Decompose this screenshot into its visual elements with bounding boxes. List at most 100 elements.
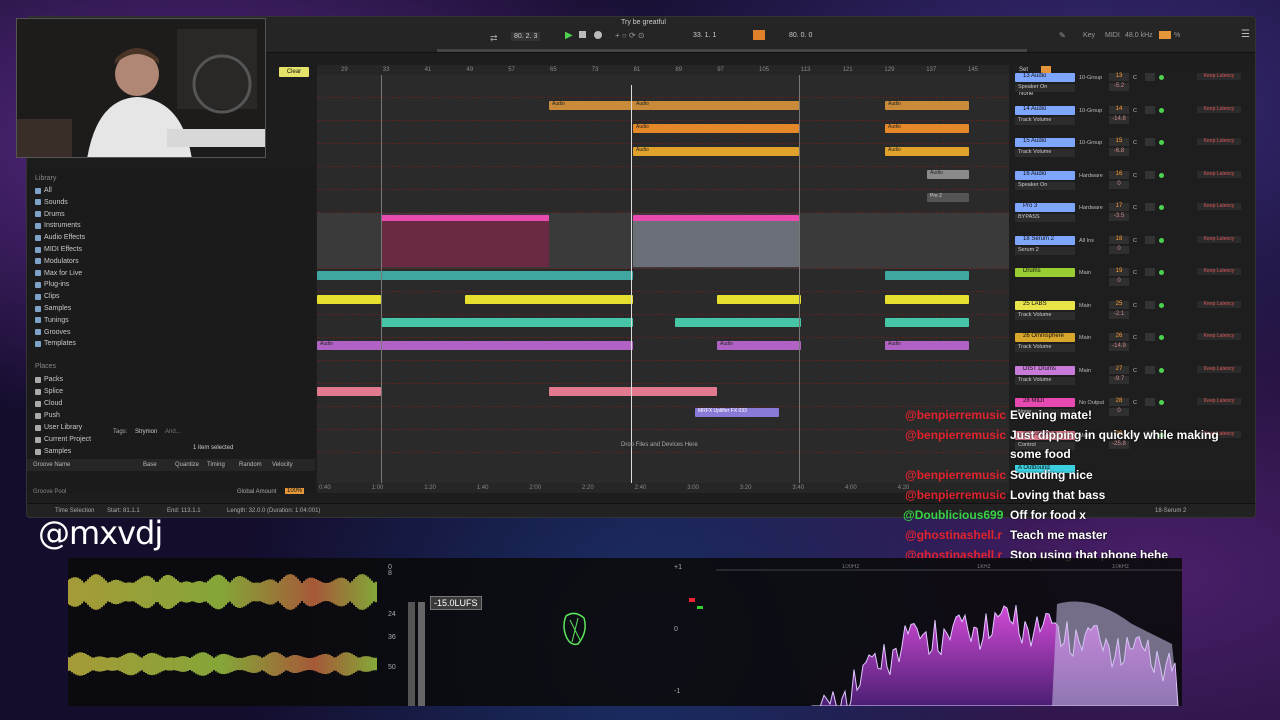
track-number[interactable]: 27 — [1109, 365, 1129, 374]
track-output-route[interactable]: 10-Group — [1079, 108, 1102, 114]
effect-clip[interactable]: MRFX Uplifter FX 033 — [695, 408, 779, 417]
library-item[interactable]: Samples — [35, 305, 71, 312]
overview-scrollbar[interactable] — [437, 49, 1027, 52]
track-lane[interactable] — [317, 361, 1009, 384]
track-device-chooser[interactable]: Track Volume — [1015, 311, 1075, 320]
track-lane[interactable] — [317, 167, 1009, 190]
track-volume[interactable]: -25.8 — [1109, 440, 1129, 449]
audio-clip[interactable]: Audio — [633, 101, 799, 110]
loop-start[interactable]: 33. 1. 1 — [693, 32, 716, 39]
audio-clip[interactable] — [885, 271, 969, 280]
track-output-route[interactable]: Hardware — [1079, 205, 1103, 211]
mute-dot[interactable] — [1159, 140, 1164, 145]
track-device-chooser[interactable]: Serum 2 — [1015, 246, 1075, 255]
mute-dot[interactable] — [1159, 107, 1164, 113]
keep-latency-button[interactable]: Keep Latency — [1197, 300, 1241, 308]
track-output-route[interactable]: Main — [1079, 303, 1091, 309]
track-name[interactable]: 25 LABS — [1015, 300, 1075, 310]
record-icon[interactable] — [594, 31, 602, 39]
solo-button[interactable] — [1145, 333, 1155, 341]
library-item[interactable]: Modulators — [35, 258, 79, 265]
track-number[interactable]: 30 — [1109, 430, 1129, 439]
track-device-chooser[interactable]: Track Volume — [1015, 149, 1075, 157]
keep-latency-button[interactable]: Keep Latency — [1197, 333, 1241, 340]
places-item[interactable]: Splice — [35, 388, 63, 395]
track-pan[interactable]: C — [1133, 303, 1137, 309]
library-item[interactable]: Grooves — [35, 329, 70, 336]
audio-clip[interactable]: Audio — [633, 124, 799, 133]
keep-latency-button[interactable]: Keep Latency — [1197, 105, 1241, 113]
track-device-chooser[interactable]: Track Volume — [1015, 344, 1075, 352]
track-name[interactable]: 14 Audio — [1015, 105, 1075, 115]
audio-clip[interactable]: Audio — [717, 341, 801, 350]
solo-button[interactable] — [1145, 430, 1155, 439]
places-item[interactable]: Push — [35, 412, 60, 419]
track-number[interactable]: 17 — [1109, 203, 1129, 211]
mute-dot[interactable] — [1159, 335, 1164, 340]
places-item[interactable]: Packs — [35, 376, 63, 383]
keep-latency-button[interactable]: Keep Latency — [1197, 73, 1241, 80]
audio-clip[interactable] — [885, 295, 969, 304]
solo-button[interactable] — [1145, 73, 1155, 81]
places-item[interactable]: User Library — [35, 424, 82, 431]
library-item[interactable]: Audio Effects — [35, 234, 85, 241]
track-name[interactable]: 18 Serum 2 — [1015, 235, 1075, 245]
track-output-route[interactable]: 10-Group — [1079, 140, 1102, 146]
track-number[interactable]: 13 — [1109, 73, 1129, 81]
track-pan[interactable]: C — [1133, 140, 1137, 146]
track-pan[interactable]: C — [1133, 173, 1137, 179]
audio-clip[interactable]: Audio — [633, 147, 799, 156]
solo-button[interactable] — [1145, 138, 1155, 146]
midi-map-button[interactable]: MIDI — [1105, 32, 1120, 39]
midi-clip[interactable] — [381, 215, 549, 267]
library-item[interactable]: Sounds — [35, 199, 68, 206]
pencil-icon[interactable]: ✎ — [1059, 31, 1066, 40]
places-item[interactable]: Cloud — [35, 400, 62, 407]
track-output-route[interactable]: No Output — [1079, 400, 1104, 406]
time-ruler[interactable]: 0:40 1:00 1:20 1:40 2:00 2:20 2:40 3:00 3:20 3:40… — [317, 483, 1009, 493]
track-device-chooser[interactable]: Speaker On — [1015, 84, 1075, 92]
return-track[interactable]: 18-Serum 2 — [1155, 508, 1186, 514]
track-name[interactable]: 28 MIDI — [1015, 398, 1075, 407]
places-item[interactable]: Current Project — [35, 436, 91, 443]
track-volume[interactable]: -2.1 — [1109, 310, 1129, 319]
arrow-icon[interactable]: ⇄ — [490, 33, 498, 44]
mute-dot[interactable] — [1159, 400, 1164, 405]
keep-latency-button[interactable]: Keep Latency — [1197, 268, 1241, 275]
track-pan[interactable]: C — [1133, 75, 1137, 81]
solo-button[interactable] — [1145, 203, 1155, 211]
keep-latency-button[interactable]: Keep Latency — [1197, 170, 1241, 178]
track-name[interactable]: 26 Omnisphere — [1015, 333, 1075, 342]
library-item[interactable]: Templates — [35, 340, 76, 347]
track-lane[interactable] — [317, 190, 1009, 213]
midi-clip[interactable] — [633, 215, 799, 267]
overdub-icon[interactable]: + ○ ⟳ ⊙ — [615, 31, 645, 40]
track-volume[interactable]: 0 — [1109, 180, 1129, 189]
track-volume[interactable]: 0 — [1109, 278, 1129, 286]
track-output-route[interactable]: Hardware — [1079, 173, 1103, 179]
track-output-route[interactable]: All Ins — [1079, 238, 1094, 244]
bar-ruler[interactable]: 29 33 41 49 57 65 73 81 89 97 105 113 121 129 137 145 — [317, 65, 1009, 75]
track-volume[interactable]: -5.2 — [1109, 83, 1129, 91]
track-number[interactable]: 28 — [1109, 398, 1129, 406]
audio-clip[interactable] — [885, 318, 969, 327]
play-icon[interactable]: ▶ — [565, 30, 573, 41]
track-pan[interactable]: C — [1133, 238, 1137, 244]
mute-dot[interactable] — [1159, 237, 1164, 243]
track-pan[interactable]: C — [1133, 270, 1137, 276]
track-device-chooser[interactable]: Track Volume — [1015, 116, 1075, 125]
track-number[interactable]: 25 — [1109, 300, 1129, 309]
track-volume[interactable]: -9.7 — [1109, 375, 1129, 384]
track-lane[interactable] — [317, 407, 1009, 430]
library-item[interactable]: MIDI Effects — [35, 246, 82, 253]
track-number[interactable]: 19 — [1109, 268, 1129, 276]
places-item[interactable]: Samples — [35, 448, 71, 455]
library-item[interactable]: Drums — [35, 211, 65, 218]
track-volume[interactable]: 0 — [1109, 245, 1129, 254]
audio-clip[interactable] — [675, 318, 801, 327]
audio-clip[interactable]: Audio — [885, 341, 969, 350]
keep-latency-button[interactable]: Keep Latency — [1197, 398, 1241, 405]
library-item[interactable]: Plug-ins — [35, 281, 69, 288]
audio-clip[interactable]: Audio — [885, 147, 969, 156]
mute-dot[interactable] — [1159, 367, 1164, 373]
